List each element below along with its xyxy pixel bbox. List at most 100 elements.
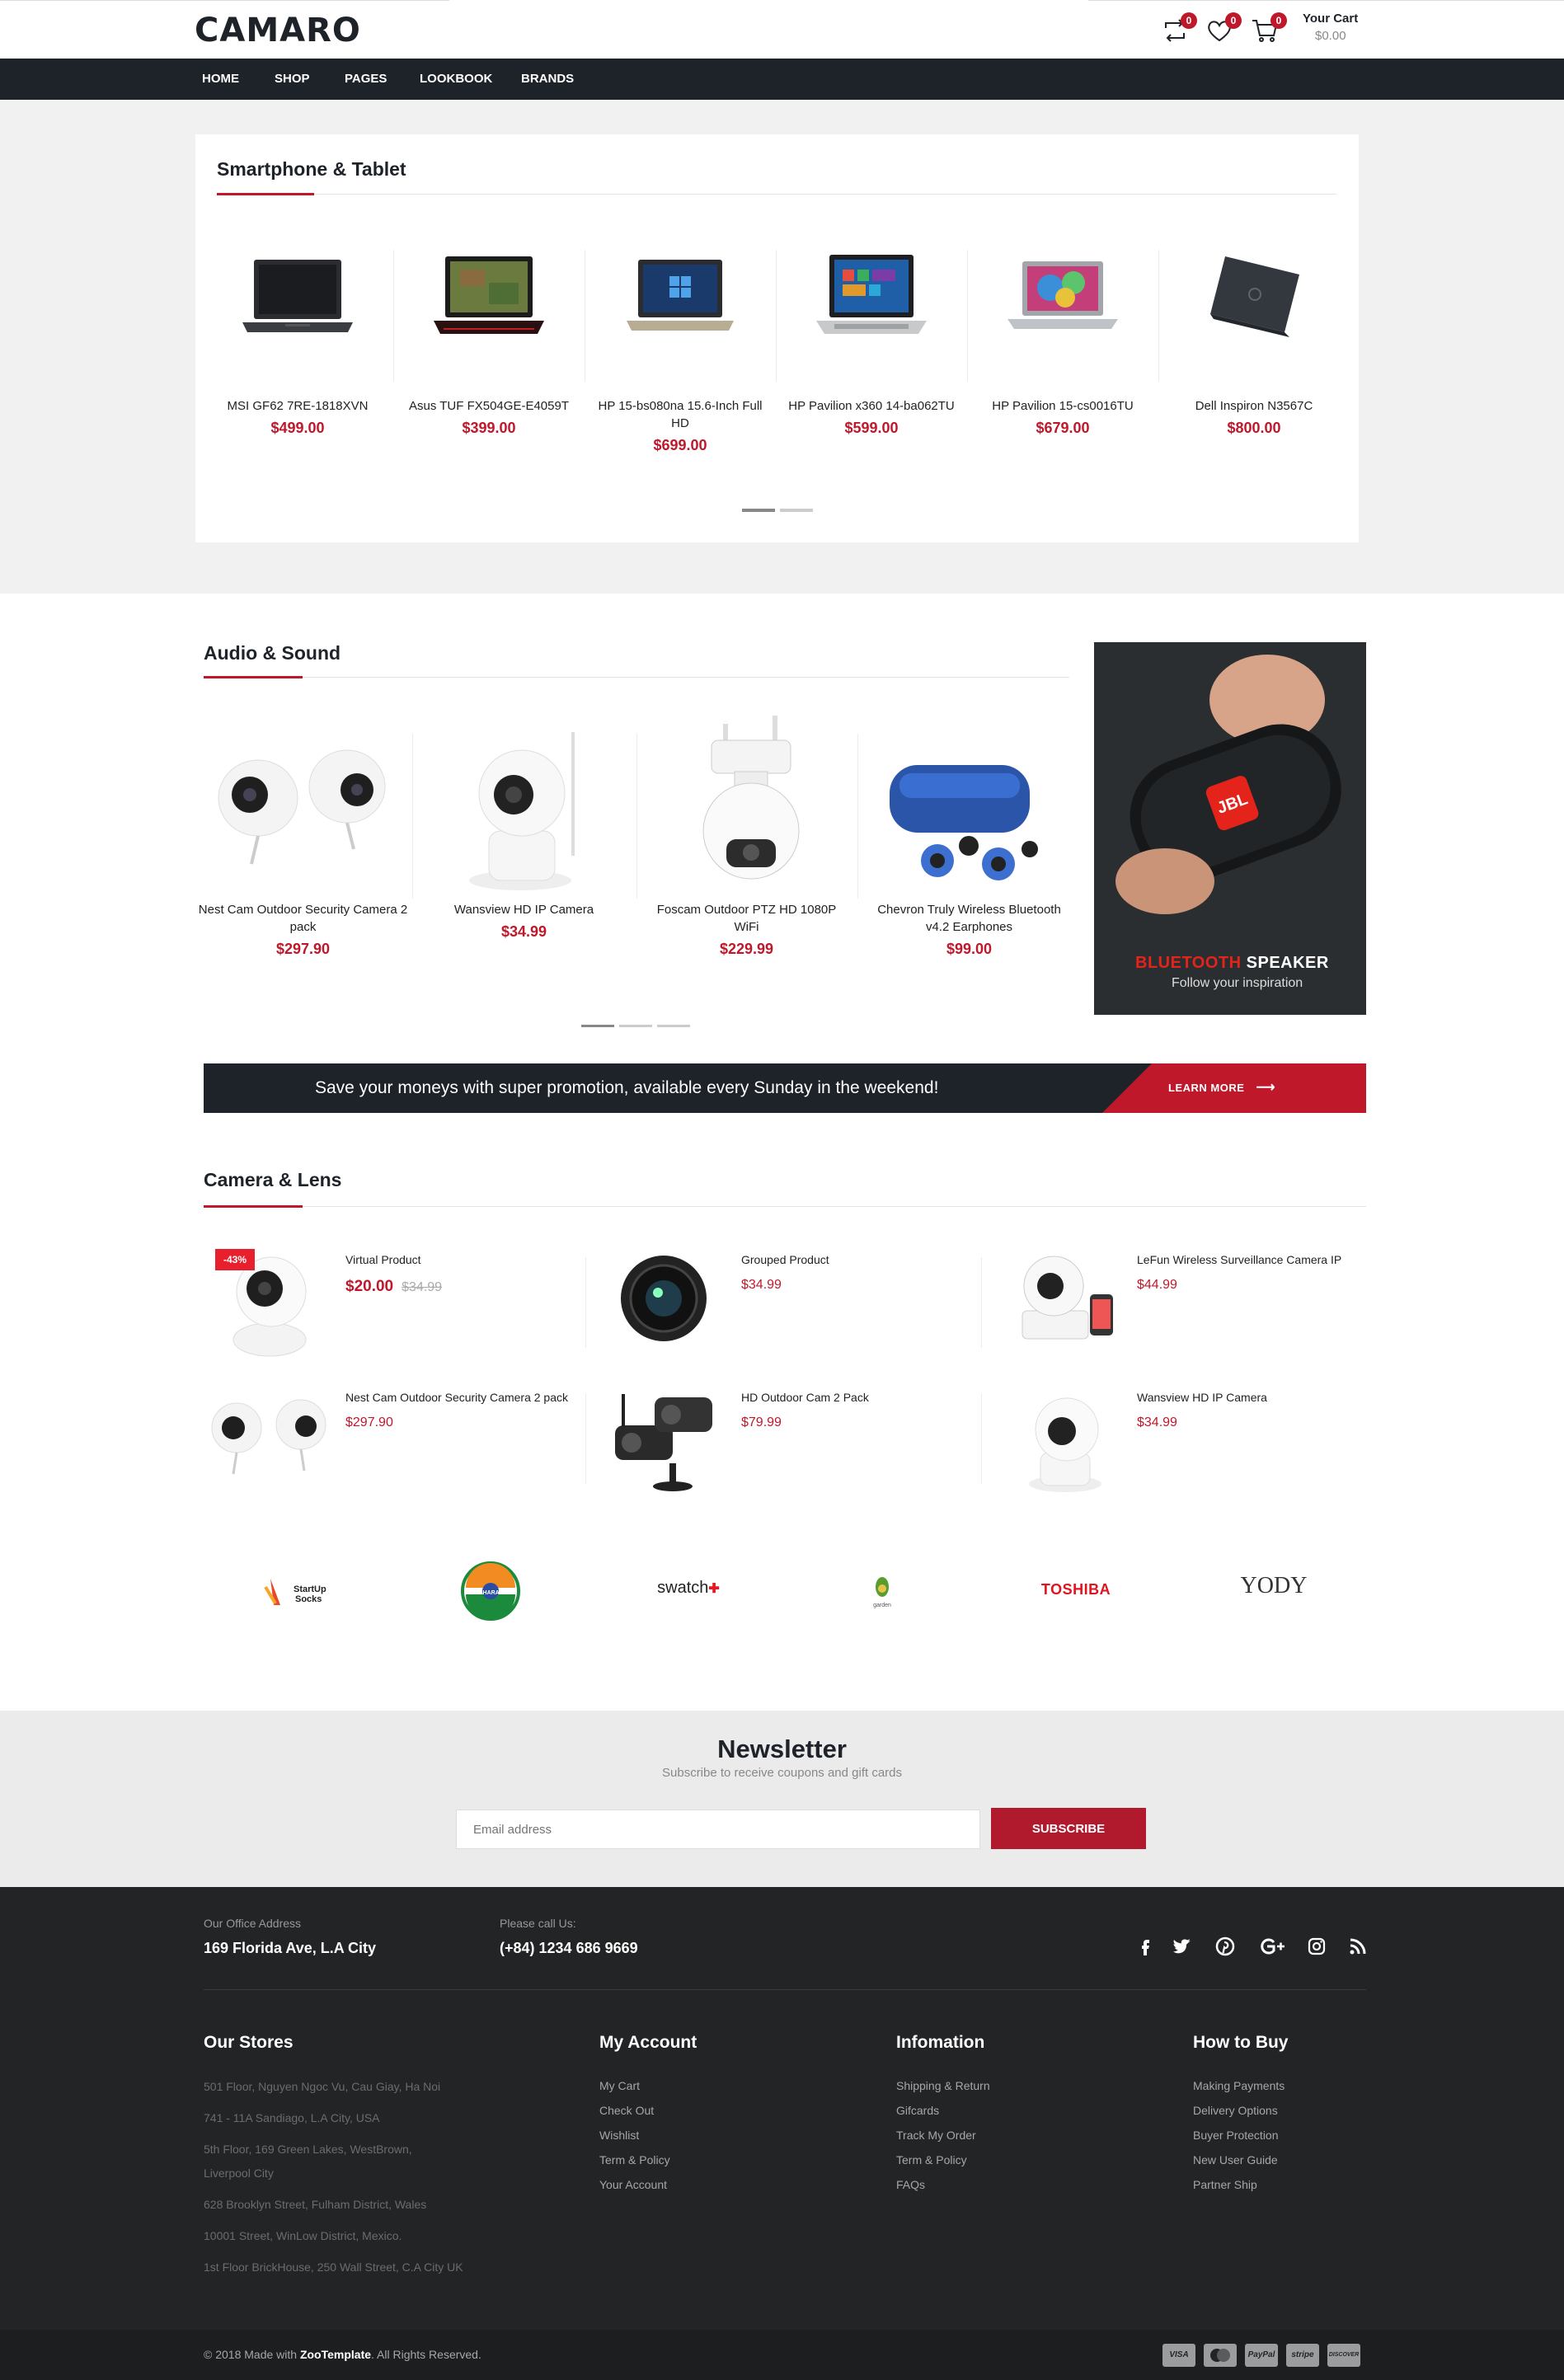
product-name[interactable]: HP 15-bs080na 15.6-Inch Full HD [585,397,776,432]
product-name[interactable]: Virtual Product [345,1253,442,1266]
stripe-icon: stripe [1286,2344,1319,2367]
product-name[interactable]: Chevron Truly Wireless Bluetooth v4.2 Ea… [864,901,1074,936]
product-card[interactable]: Nest Cam Outdoor Security Camera 2 pack … [198,707,408,958]
google-plus-link[interactable] [1257,1936,1287,1958]
product-name[interactable]: HP Pavilion 15-cs0016TU [967,397,1158,415]
product-card[interactable]: Dell Inspiron N3567C $800.00 [1158,250,1350,437]
jbl-speaker-banner[interactable]: JBL BLUETOOTH SPEAKER Follow your inspir… [1094,642,1366,1015]
facebook-link[interactable] [1135,1936,1157,1958]
lens-image[interactable] [610,1245,717,1352]
wireless-camera-image[interactable] [999,1245,1131,1352]
brand-logo-startup-socks[interactable]: StartUp Socks [247,1570,346,1616]
brand-logo-swatch[interactable]: swatch✚ [639,1579,738,1598]
product-card[interactable]: Foscam Outdoor PTZ HD 1080P WiFi $229.99 [641,707,852,958]
twitter-link[interactable] [1172,1936,1194,1958]
nav-item-lookbook[interactable]: LOOKBOOK [420,59,492,100]
wishlist-button[interactable]: 0 [1205,12,1242,46]
product-card[interactable]: HP Pavilion 15-cs0016TU $679.00 [967,250,1158,437]
carousel-dot[interactable] [780,509,813,512]
item-divider [585,1257,586,1348]
footer-link-shipping[interactable]: Shipping & Return [896,2079,990,2092]
product-name[interactable]: HD Outdoor Cam 2 Pack [741,1391,869,1404]
carousel-dot[interactable] [657,1025,690,1027]
outdoor-camera-image[interactable] [604,1381,727,1496]
product-card[interactable]: MSI GF62 7RE-1818XVN $499.00 [202,250,393,437]
brand-logo-yody[interactable]: YODY [1224,1573,1323,1599]
laptop-icon [434,256,544,334]
brand-logo-toshiba[interactable]: TOSHIBA [1026,1581,1125,1598]
footer-link-my-cart[interactable]: My Cart [599,2079,640,2092]
site-footer: Our Office Address 169 Florida Ave, L.A … [0,1887,1564,2380]
product-card[interactable]: Wansview HD IP Camera $34.99 [419,707,629,941]
product-name[interactable]: Asus TUF FX504GE-E4059T [393,397,585,415]
nav-item-brands[interactable]: BRANDS [521,59,574,100]
email-field[interactable] [456,1810,980,1849]
product-name[interactable]: MSI GF62 7RE-1818XVN [202,397,393,415]
product-name[interactable]: Wansview HD IP Camera [1137,1391,1267,1404]
product-price: $34.99 [1137,1415,1177,1429]
carousel-dot[interactable] [581,1025,614,1027]
mastercard-icon [1204,2344,1237,2367]
product-name[interactable]: LeFun Wireless Surveillance Camera IP [1137,1253,1341,1266]
footer-link-check-out[interactable]: Check Out [599,2104,654,2117]
product-price: $99.00 [946,941,993,957]
product-card[interactable]: HP Pavilion x360 14-ba062TU $599.00 [776,250,967,437]
cart-title[interactable]: Your Cart [1303,12,1358,26]
camera-item[interactable]: Nest Cam Outdoor Security Camera 2 pack … [345,1391,568,1430]
footer-link-partner-ship[interactable]: Partner Ship [1193,2178,1257,2191]
product-name[interactable]: HP Pavilion x360 14-ba062TU [776,397,967,415]
product-card[interactable]: Chevron Truly Wireless Bluetooth v4.2 Ea… [864,707,1074,958]
nav-item-shop[interactable]: SHOP [275,59,310,100]
carousel-dot[interactable] [619,1025,652,1027]
product-name[interactable]: Dell Inspiron N3567C [1158,397,1350,415]
footer-link-term-policy[interactable]: Term & Policy [599,2153,670,2166]
footer-link-faqs[interactable]: FAQs [896,2178,925,2191]
banner-title-accent: BLUETOOTH [1135,954,1242,972]
product-name[interactable]: Foscam Outdoor PTZ HD 1080P WiFi [641,901,852,936]
site-logo[interactable]: CAMARO [195,12,361,49]
footer-link-delivery[interactable]: Delivery Options [1193,2104,1278,2117]
item-divider [585,1393,586,1484]
brand-logo-text-2: Socks [295,1594,322,1604]
footer-link-gifcards[interactable]: Gifcards [896,2104,939,2117]
phone-number[interactable]: (+84) 1234 686 9669 [500,1940,638,1957]
brand-logo-bharat[interactable]: BHARAT [445,1558,536,1628]
cart-button[interactable]: 0 [1251,12,1287,46]
footer-link-payments[interactable]: Making Payments [1193,2079,1285,2092]
footer-link-term-policy[interactable]: Term & Policy [896,2153,967,2166]
rss-link[interactable] [1348,1936,1369,1958]
footer-divider [204,1989,1366,1990]
ip-camera-image[interactable] [1007,1383,1123,1499]
product-name[interactable]: Grouped Product [741,1253,829,1266]
compare-button[interactable]: 0 [1161,12,1197,46]
camera-item[interactable]: Grouped Product $34.99 [741,1253,829,1293]
copyright-suffix: . All Rights Reserved. [371,2348,481,2361]
product-name[interactable]: Nest Cam Outdoor Security Camera 2 pack [198,901,408,936]
footer-link-your-account[interactable]: Your Account [599,2178,667,2191]
subscribe-button[interactable]: SUBSCRIBE [991,1808,1146,1849]
instagram-link[interactable] [1307,1936,1328,1958]
copyright-brand-link[interactable]: ZooTemplate [300,2348,371,2361]
camera-item[interactable]: HD Outdoor Cam 2 Pack $79.99 [741,1391,869,1430]
nav-item-home[interactable]: HOME [202,59,239,100]
product-card[interactable]: HP 15-bs080na 15.6-Inch Full HD $699.00 [585,250,776,454]
section-divider [204,1206,1366,1207]
learn-more-button[interactable]: LEARN MORE ⟶ [1168,1063,1275,1113]
info-title: Infomation [896,2033,985,2052]
footer-link-wishlist[interactable]: Wishlist [599,2129,639,2142]
newsletter-title: Newsletter [717,1735,847,1763]
brand-logo-garden[interactable]: garden [857,1570,907,1616]
nav-item-pages[interactable]: PAGES [345,59,387,100]
camera-item[interactable]: LeFun Wireless Surveillance Camera IP $4… [1137,1253,1341,1293]
product-name[interactable]: Nest Cam Outdoor Security Camera 2 pack [345,1391,568,1404]
sale-price: $20.00 [345,1278,394,1295]
product-card[interactable]: Asus TUF FX504GE-E4059T $399.00 [393,250,585,437]
camera-item[interactable]: Virtual Product $20.00 $34.99 [345,1253,442,1296]
footer-link-buyer-protection[interactable]: Buyer Protection [1193,2129,1279,2142]
camera-item[interactable]: Wansview HD IP Camera $34.99 [1137,1391,1267,1430]
pinterest-link[interactable] [1215,1936,1237,1958]
nest-camera-image[interactable] [204,1385,336,1484]
footer-link-track-order[interactable]: Track My Order [896,2129,976,2142]
carousel-dot[interactable] [742,509,775,512]
footer-link-user-guide[interactable]: New User Guide [1193,2153,1278,2166]
